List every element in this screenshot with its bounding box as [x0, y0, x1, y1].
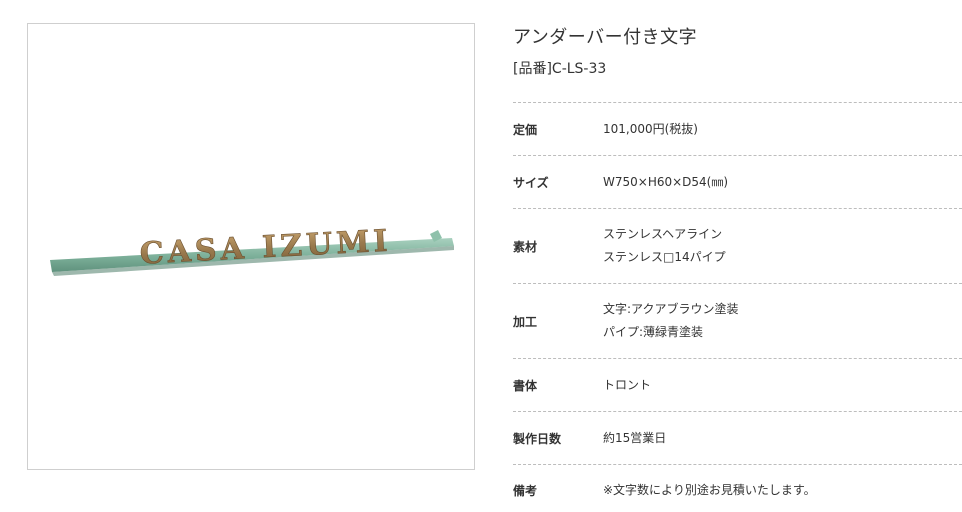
product-title: アンダーバー付き文字: [513, 27, 698, 48]
spec-value: ステンレスヘアライン ステンレス□14パイプ: [603, 223, 726, 269]
product-page: CASA IZUMI アンダーバー付き文字 [品番]C-LS-33 定価 101…: [0, 0, 962, 512]
spec-value-line: ステンレスヘアライン: [603, 227, 723, 241]
spec-label: 備考: [513, 483, 538, 498]
spec-value: トロント: [603, 374, 651, 397]
spec-table: 定価 101,000円(税抜) サイズ W750×H60×D54(㎜) 素材 ス…: [513, 102, 962, 512]
spec-row-notes: 備考 ※文字数により別途お見積いたします。: [513, 465, 962, 512]
product-image: CASA IZUMI: [27, 23, 475, 470]
spec-row-price: 定価 101,000円(税抜): [513, 103, 962, 156]
spec-value-line: ※文字数により別途お見積いたします。: [603, 482, 816, 497]
spec-value-line: 約15営業日: [603, 430, 667, 445]
spec-label: サイズ: [513, 175, 549, 190]
sign-illustration: CASA IZUMI: [50, 223, 454, 276]
spec-value-line: トロント: [603, 377, 652, 392]
spec-label: 素材: [513, 239, 538, 254]
spec-label: 製作日数: [513, 431, 562, 446]
spec-value: ※文字数により別途お見積いたします。: [603, 479, 816, 502]
spec-row-size: サイズ W750×H60×D54(㎜): [513, 156, 962, 209]
spec-value: W750×H60×D54(㎜): [603, 171, 728, 194]
product-details: アンダーバー付き文字 [品番]C-LS-33 定価 101,000円(税抜) サ…: [513, 24, 962, 512]
spec-label: 定価: [513, 122, 538, 137]
sign-letters: CASA IZUMI: [139, 224, 392, 272]
spec-value-line: W750×H60×D54(㎜): [603, 174, 729, 189]
spec-value: 文字:アクアブラウン塗装 パイプ:薄緑青塗装: [603, 298, 738, 344]
product-code: [品番]C-LS-33: [513, 61, 607, 77]
spec-label: 書体: [513, 378, 538, 393]
spec-value-line: 101,000円(税抜): [603, 121, 698, 136]
spec-row-finish: 加工 文字:アクアブラウン塗装 パイプ:薄緑青塗装: [513, 284, 962, 359]
spec-label: 加工: [513, 314, 538, 329]
spec-row-material: 素材 ステンレスヘアライン ステンレス□14パイプ: [513, 209, 962, 284]
spec-value: 101,000円(税抜): [603, 118, 698, 141]
spec-row-lead-time: 製作日数 約15営業日: [513, 412, 962, 465]
spec-value-line: ステンレス□14パイプ: [603, 250, 726, 264]
spec-row-typeface: 書体 トロント: [513, 359, 962, 412]
spec-value: 約15営業日: [603, 427, 666, 450]
spec-value-line: 文字:アクアブラウン塗装: [603, 302, 739, 316]
spec-value-line: パイプ:薄緑青塗装: [603, 325, 704, 339]
